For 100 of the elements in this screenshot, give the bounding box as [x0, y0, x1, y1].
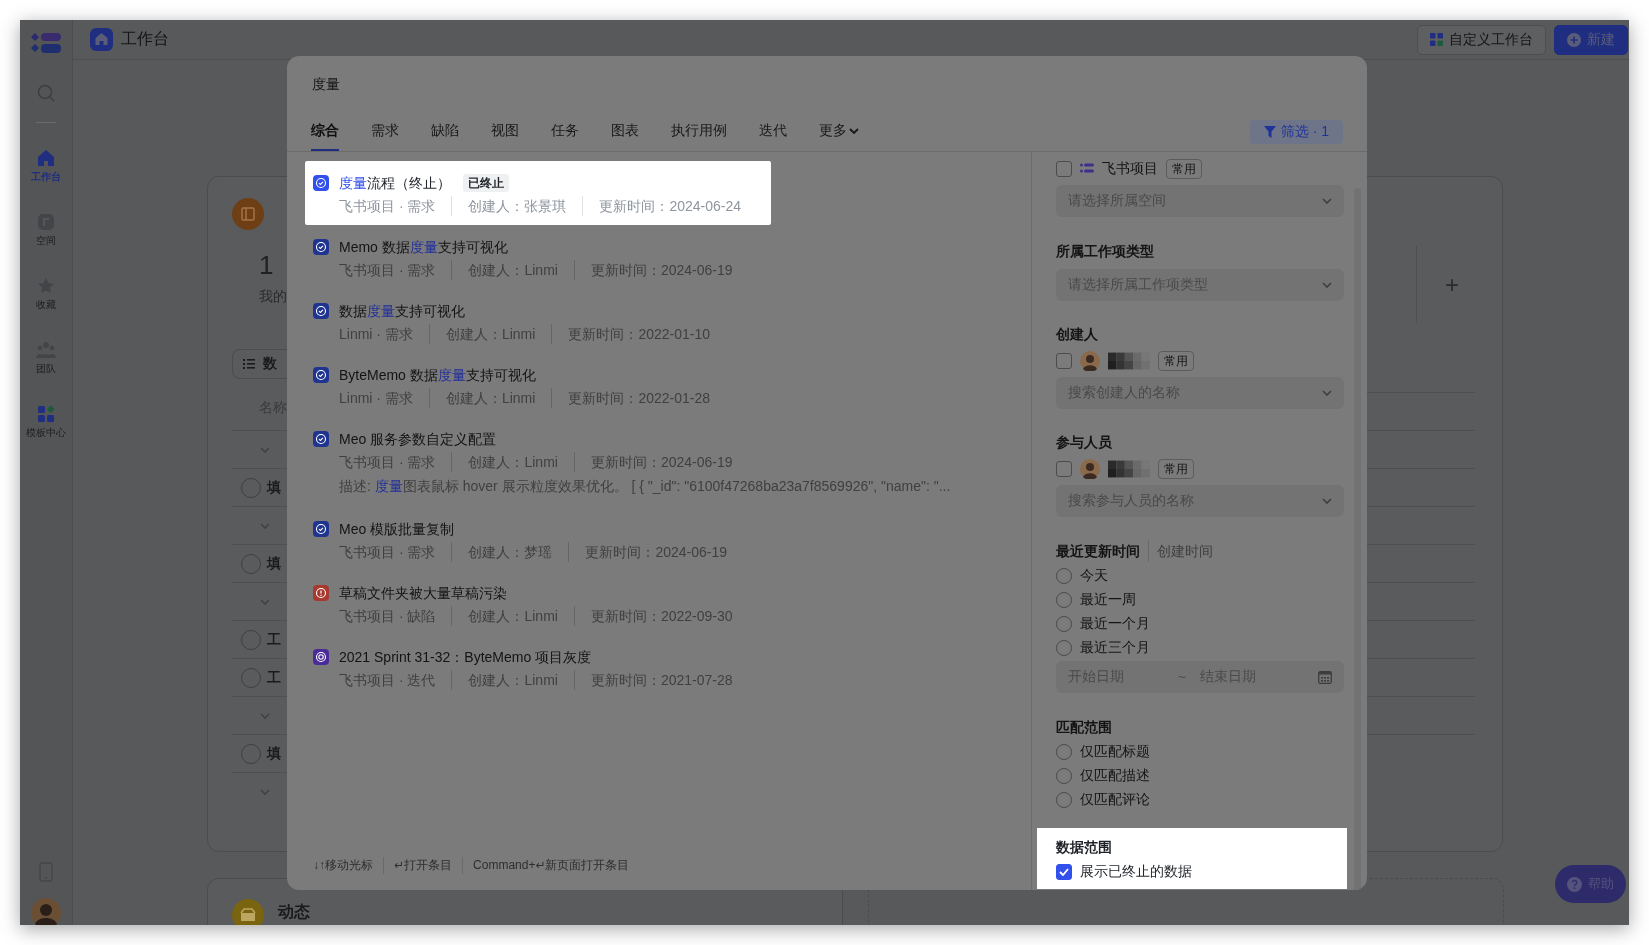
- frequent-tag: 常用: [1158, 351, 1194, 371]
- pixelated-name: [1108, 459, 1150, 479]
- result-title: 2021 Sprint 31-32：ByteMemo 项目灰度: [339, 648, 592, 667]
- document-icon: [232, 198, 264, 230]
- grid-icon: [37, 405, 55, 423]
- list-icon: [243, 359, 255, 369]
- checkbox[interactable]: [1056, 353, 1072, 369]
- chevron-down-icon: [260, 522, 270, 529]
- option-label: 最近一个月: [1080, 615, 1150, 633]
- add-button[interactable]: +: [1445, 270, 1459, 299]
- shortcut-hint: ↵打开条目: [383, 857, 453, 874]
- check-circle-icon: [313, 367, 329, 383]
- search-result[interactable]: Meo 模版批量复制 飞书项目 · 需求 创建人：梦瑶 更新时间：2024-06-19: [305, 507, 758, 571]
- checkbox[interactable]: [1056, 864, 1072, 880]
- search-result[interactable]: 2021 Sprint 31-32：ByteMemo 项目灰度 飞书项目 · 迭代 创建人：Linmi 更新时间：2021-07-28: [305, 635, 763, 699]
- result-updated: 更新时间：2021-07-28: [573, 670, 733, 690]
- result-updated: 更新时间：2024-06-19: [573, 260, 733, 280]
- chevron-down-icon: [1322, 282, 1332, 288]
- checkbox[interactable]: [1056, 161, 1072, 177]
- alert-icon: [313, 585, 329, 601]
- result-description: 描述: 度量图表鼠标 hover 展示粒度效果优化。 [ { "_id": "6100f47268ba23a7f8569926", "name": "...: [339, 477, 951, 496]
- task-title: 工: [267, 668, 281, 687]
- chevron-down-icon: [1322, 498, 1332, 504]
- option-label: 仅匹配评论: [1080, 791, 1150, 809]
- inbox-icon: [232, 899, 264, 925]
- task-title: 工: [267, 630, 281, 649]
- option-label: 仅匹配标题: [1080, 743, 1150, 761]
- result-updated: 更新时间：2024-06-19: [573, 452, 733, 472]
- category-tab[interactable]: 缺陷: [431, 113, 459, 151]
- page-title: 工作台: [121, 29, 170, 49]
- home-icon: [37, 149, 55, 167]
- home-icon: [90, 28, 113, 51]
- task-title: 填: [267, 554, 281, 573]
- result-creator: 创建人：Linmi: [428, 324, 536, 344]
- result-updated: 更新时间：2024-06-19: [568, 542, 728, 562]
- search-result[interactable]: Meo 服务参数自定义配置 飞书项目 · 需求 创建人：Linmi 更新时间：2024-06-19 描述: 度量图表鼠标 hover 展示粒度效果优化。 [ { "_id": "6100f47268ba23a7f8569926", "name": "...: [305, 417, 981, 507]
- category-tab[interactable]: 任务: [551, 113, 579, 151]
- date-type-tab[interactable]: 最近更新时间: [1056, 540, 1140, 562]
- calendar-icon: [1318, 670, 1332, 684]
- result-title: 草稿文件夹被大量草稿污染: [339, 584, 507, 603]
- option-label: 仅匹配描述: [1080, 767, 1150, 785]
- space-label: 飞书项目: [1102, 160, 1158, 178]
- result-source: 飞书项目 · 需求: [339, 453, 436, 472]
- search-icon[interactable]: [37, 84, 55, 102]
- category-tab[interactable]: 视图: [491, 113, 519, 151]
- result-source: Linmi · 需求: [339, 325, 413, 344]
- chevron-down-icon: [1322, 390, 1332, 396]
- logo-icon: [31, 32, 61, 54]
- frequent-tag: 常用: [1166, 159, 1202, 179]
- shortcut-hint: ↓↑移动光标: [313, 857, 373, 874]
- search-result[interactable]: 数据度量支持可视化 Linmi · 需求 创建人：Linmi 更新时间：2022-01-10: [305, 289, 740, 353]
- search-result[interactable]: 度量流程（终止） 已终止 飞书项目 · 需求 创建人：张景琪 更新时间：2024-06-24: [305, 161, 772, 225]
- pixelated-name: [1108, 351, 1150, 371]
- avatar-icon[interactable]: [31, 898, 61, 925]
- result-updated: 更新时间：2022-09-30: [573, 606, 733, 626]
- result-title: 度量流程（终止）: [339, 174, 451, 193]
- check-circle-icon: [313, 175, 329, 191]
- category-tab[interactable]: 综合: [311, 113, 339, 151]
- chevron-down-icon: [260, 712, 270, 719]
- result-updated: 更新时间：2022-01-28: [551, 388, 710, 408]
- filter-heading: 创建人: [1056, 325, 1099, 344]
- filter-button[interactable]: 筛选 · 1: [1249, 120, 1343, 144]
- result-source: 飞书项目 · 需求: [339, 261, 436, 280]
- result-creator: 创建人：Linmi: [451, 606, 558, 626]
- option-label: 最近一周: [1080, 591, 1136, 609]
- check-circle-icon: [313, 239, 329, 255]
- filter-heading: 数据范围: [1056, 838, 1113, 857]
- result-title: 数据度量支持可视化: [339, 302, 465, 321]
- check-circle-icon: [313, 431, 329, 447]
- chevron-down-icon: [849, 128, 859, 134]
- search-result[interactable]: ByteMemo 数据度量支持可视化 Linmi · 需求 创建人：Linmi 更新时间：2022-01-28: [305, 353, 740, 417]
- filter-heading: 参与人员: [1056, 433, 1113, 452]
- result-source: 飞书项目 · 需求: [339, 543, 436, 562]
- date-type-tab[interactable]: 创建时间: [1148, 540, 1213, 562]
- category-tab[interactable]: 迭代: [759, 113, 787, 151]
- task-title: 填: [267, 744, 281, 763]
- search-result[interactable]: 草稿文件夹被大量草稿污染 飞书项目 · 缺陷 创建人：Linmi 更新时间：2022-09-30: [305, 571, 763, 635]
- category-tab[interactable]: 更多: [819, 113, 859, 151]
- customize-button[interactable]: 自定义工作台: [1417, 24, 1546, 55]
- check-circle-icon: [313, 521, 329, 537]
- checkbox[interactable]: [1056, 461, 1072, 477]
- result-creator: 创建人：Linmi: [451, 260, 558, 280]
- grid-icon: [1430, 33, 1443, 46]
- avatar-icon: [1080, 459, 1100, 479]
- plus-circle-icon: [1567, 32, 1581, 47]
- category-tab[interactable]: 需求: [371, 113, 399, 151]
- search-result[interactable]: Memo 数据度量支持可视化 飞书项目 · 需求 创建人：Linmi 更新时间：2024-06-19: [305, 225, 763, 289]
- category-tab[interactable]: 图表: [611, 113, 639, 151]
- result-title: Meo 模版批量复制: [339, 520, 455, 539]
- result-updated: 更新时间：2022-01-10: [551, 324, 710, 344]
- result-title: Meo 服务参数自定义配置: [339, 430, 497, 449]
- scrollbar[interactable]: [1354, 188, 1361, 890]
- category-tab[interactable]: 执行用例: [671, 113, 727, 151]
- chevron-down-icon: [260, 788, 270, 795]
- search-query[interactable]: 度量: [287, 56, 1367, 94]
- result-creator: 创建人：Linmi: [451, 670, 558, 690]
- filter-heading: 所属工作项类型: [1056, 242, 1155, 261]
- avatar-icon: [1080, 351, 1100, 371]
- target-icon: [313, 649, 329, 665]
- checkmark-icon: [1059, 868, 1069, 876]
